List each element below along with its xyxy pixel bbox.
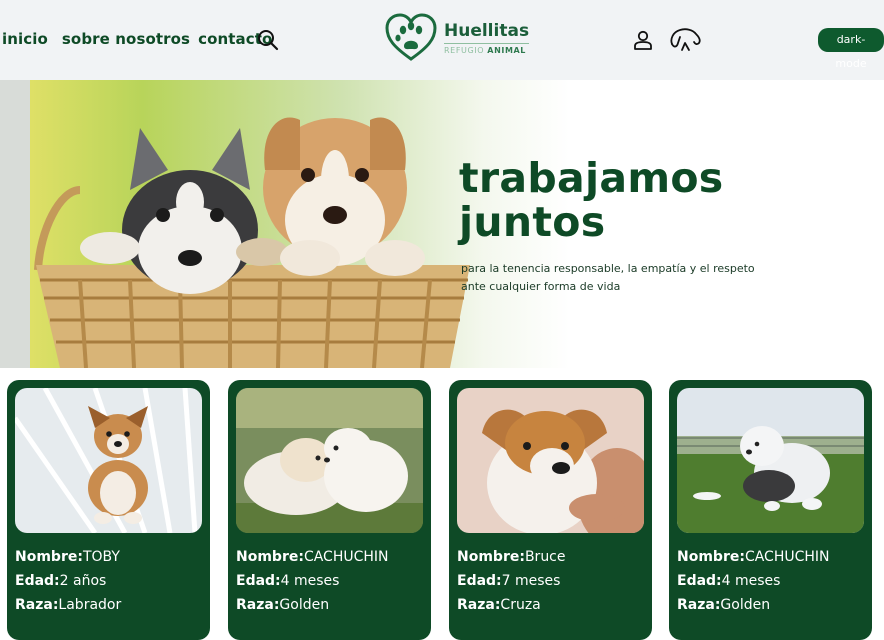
nav-link-inicio[interactable]: inicio bbox=[2, 30, 48, 48]
pet-age-row: Edad:4 meses bbox=[236, 573, 340, 589]
pet-age: 4 meses bbox=[721, 573, 781, 589]
dark-mode-button[interactable]: dark-mode bbox=[818, 28, 884, 70]
nav-links: inicio sobre nosotros contacto bbox=[2, 30, 280, 48]
pet-photo bbox=[677, 388, 864, 533]
navbar: inicio sobre nosotros contacto Huellitas… bbox=[0, 0, 884, 80]
user-icon[interactable] bbox=[631, 28, 655, 52]
pet-age-row: Edad:2 años bbox=[15, 573, 107, 589]
pet-age: 2 años bbox=[59, 573, 107, 589]
pet-cards: Nombre:TOBY Edad:2 años Raza:Labrador No… bbox=[0, 380, 884, 640]
pet-info: Nombre:TOBY Edad:2 años Raza:Labrador bbox=[15, 545, 121, 617]
logo-title: Huellitas bbox=[444, 21, 530, 41]
pet-card[interactable]: Nombre:TOBY Edad:2 años Raza:Labrador bbox=[7, 380, 210, 640]
pet-info: Nombre:CACHUCHIN Edad:4 meses Raza:Golde… bbox=[236, 545, 389, 617]
logo[interactable]: Huellitas REFUGIO ANIMAL bbox=[384, 13, 530, 63]
paw-heart-logo-icon bbox=[385, 13, 437, 61]
nav-link-sobre-nosotros[interactable]: sobre nosotros bbox=[62, 30, 190, 48]
hero-banner: trabajamos juntos para la tenencia respo… bbox=[0, 80, 884, 368]
pet-name: TOBY bbox=[82, 549, 120, 565]
hero-subtitle: para la tenencia responsable, la empatía… bbox=[461, 262, 755, 293]
pet-photo bbox=[236, 388, 423, 533]
logo-text: Huellitas REFUGIO ANIMAL bbox=[444, 21, 530, 55]
pet-name-row: Nombre:CACHUCHIN bbox=[236, 549, 389, 565]
hero-title: trabajamos juntos bbox=[459, 154, 724, 246]
pet-breed-row: Raza:Labrador bbox=[15, 597, 122, 613]
pet-card[interactable]: Nombre:CACHUCHIN Edad:4 meses Raza:Golde… bbox=[228, 380, 431, 640]
pet-info: Nombre:Bruce Edad:7 meses Raza:Cruza bbox=[457, 545, 566, 617]
pet-breed: Labrador bbox=[58, 597, 122, 613]
pet-age-row: Edad:7 meses bbox=[457, 573, 561, 589]
search-icon[interactable] bbox=[256, 28, 280, 52]
pet-breed-row: Raza:Golden bbox=[236, 597, 330, 613]
pet-photo bbox=[457, 388, 644, 533]
pet-age: 7 meses bbox=[501, 573, 561, 589]
pet-name: CACHUCHIN bbox=[303, 549, 389, 565]
logo-subtitle: REFUGIO ANIMAL bbox=[444, 43, 530, 55]
dog-icon[interactable] bbox=[668, 26, 702, 54]
pet-age-row: Edad:4 meses bbox=[677, 573, 781, 589]
pet-breed-row: Raza:Golden bbox=[677, 597, 771, 613]
pet-breed: Golden bbox=[720, 597, 771, 613]
pet-info: Nombre:CACHUCHIN Edad:4 meses Raza:Golde… bbox=[677, 545, 830, 617]
pet-photo bbox=[15, 388, 202, 533]
pet-name: CACHUCHIN bbox=[744, 549, 830, 565]
pet-age: 4 meses bbox=[280, 573, 340, 589]
pet-breed: Cruza bbox=[500, 597, 541, 613]
pet-card[interactable]: Nombre:CACHUCHIN Edad:4 meses Raza:Golde… bbox=[669, 380, 872, 640]
pet-breed: Golden bbox=[279, 597, 330, 613]
pet-name-row: Nombre:TOBY bbox=[15, 549, 120, 565]
pet-breed-row: Raza:Cruza bbox=[457, 597, 541, 613]
pet-name: Bruce bbox=[524, 549, 566, 565]
pet-card[interactable]: Nombre:Bruce Edad:7 meses Raza:Cruza bbox=[449, 380, 652, 640]
pet-name-row: Nombre:CACHUCHIN bbox=[677, 549, 830, 565]
pet-name-row: Nombre:Bruce bbox=[457, 549, 566, 565]
